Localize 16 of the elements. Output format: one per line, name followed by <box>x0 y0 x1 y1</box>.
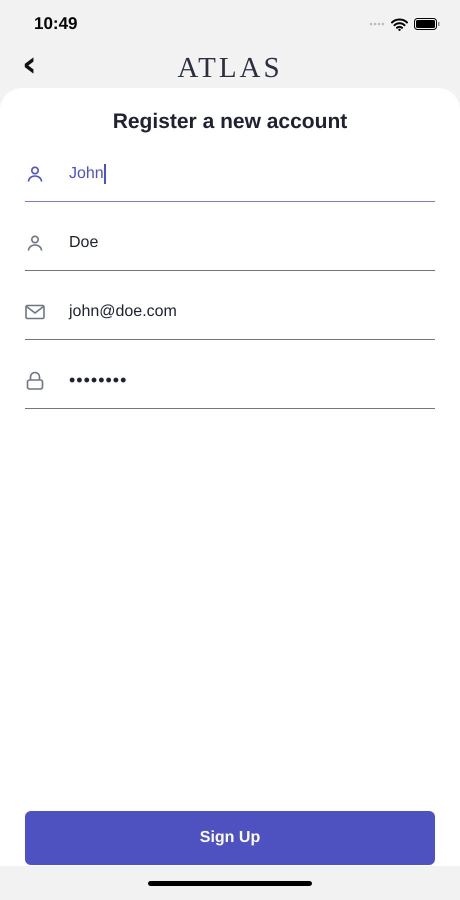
page-title: Register a new account <box>112 110 348 134</box>
mail-icon <box>25 304 45 320</box>
input-field[interactable]: Doe <box>25 209 435 271</box>
input-field[interactable]: •••••••• <box>25 347 435 409</box>
sign-up-button[interactable]: Sign Up <box>25 811 435 865</box>
person-icon <box>25 164 45 182</box>
lock-icon <box>25 371 45 390</box>
back-button[interactable]: ‹ <box>22 50 37 80</box>
status-time: 10:49 <box>34 14 78 34</box>
logo: ATLAS <box>177 52 283 84</box>
person-icon <box>25 234 45 252</box>
input-field[interactable]: John <box>25 140 435 202</box>
battery-icon <box>414 18 440 30</box>
input-field[interactable]: john@doe.com <box>25 278 435 340</box>
signal-icon <box>369 22 385 26</box>
wifi-icon <box>391 18 408 30</box>
